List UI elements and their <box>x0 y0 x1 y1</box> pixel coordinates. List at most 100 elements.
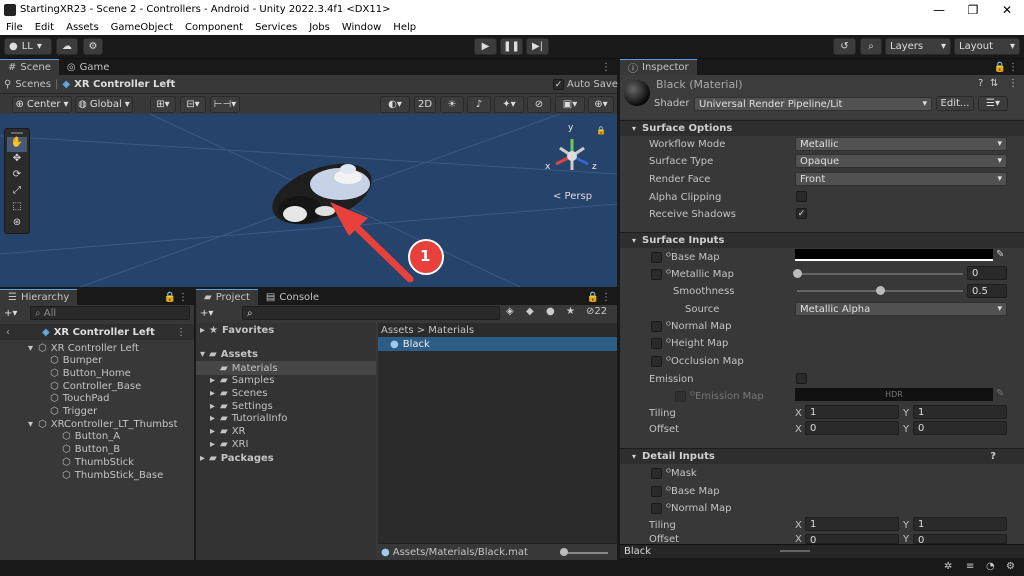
detail-base-map-slot[interactable] <box>651 486 662 497</box>
perspective-label[interactable]: < Persp <box>553 191 592 202</box>
back-icon[interactable]: ‹ <box>6 327 10 338</box>
foldout-icon[interactable]: ▸ <box>210 401 216 412</box>
effects-button[interactable]: ✦▾ <box>494 96 524 113</box>
emission-color-hdr[interactable]: HDR <box>795 388 993 401</box>
surface-type-dropdown[interactable]: Opaque <box>795 154 1007 168</box>
help-icon[interactable]: ? <box>978 78 983 89</box>
detail-inputs-header[interactable]: ▾ Detail Inputs? <box>620 448 1024 464</box>
foldout-icon[interactable]: ▸ <box>210 426 216 437</box>
tab-hierarchy[interactable]: ☰ Hierarchy <box>0 289 78 305</box>
hierarchy-root[interactable]: ‹ ◆ XR Controller Left ⋮ <box>0 324 194 340</box>
preview-resize-handle[interactable] <box>780 550 810 552</box>
camera-button[interactable]: ▣▾ <box>555 96 585 113</box>
progress-icon[interactable]: ◔ <box>986 561 995 572</box>
lock-icon[interactable]: 🔒 <box>164 292 176 303</box>
shader-dropdown[interactable]: Universal Render Pipeline/Lit <box>694 97 932 111</box>
bug-icon[interactable]: ✲ <box>944 561 952 572</box>
minimize-button[interactable]: — <box>922 3 956 17</box>
preset-icon[interactable]: ⇅ <box>990 78 998 89</box>
metallic-slider-thumb[interactable] <box>793 269 802 278</box>
menu-component[interactable]: Component <box>179 22 249 33</box>
scale-tool-icon[interactable]: ⤢ <box>5 185 29 201</box>
detail-mask-slot[interactable] <box>651 468 662 479</box>
emission-checkbox[interactable] <box>796 373 807 384</box>
play-button[interactable]: ▶ <box>474 38 497 55</box>
alpha-clipping-checkbox[interactable] <box>796 191 807 202</box>
packages-folder[interactable]: ▸ ▰ Packages <box>200 451 274 465</box>
detail-tiling-y-field[interactable]: 1 <box>913 517 1007 531</box>
space-dropdown[interactable]: ◍ Global ▾ <box>75 96 133 113</box>
grid-snap-button[interactable]: ⊞▾ <box>150 96 176 113</box>
tab-scene[interactable]: # Scene <box>0 59 59 75</box>
menu-services[interactable]: Services <box>249 22 303 33</box>
breadcrumb-scenes[interactable]: Scenes <box>15 79 51 90</box>
detail-tiling-x-field[interactable]: 1 <box>805 517 899 531</box>
hidden-packages-button[interactable]: ⊘22 <box>586 306 607 317</box>
toggle-2d-button[interactable]: 2D <box>414 96 436 113</box>
tab-inspector[interactable]: ⓘ Inspector <box>620 59 697 75</box>
close-button[interactable]: ✕ <box>990 3 1024 17</box>
menu-assets[interactable]: Assets <box>60 22 105 33</box>
menu-gameobject[interactable]: GameObject <box>105 22 179 33</box>
workflow-dropdown[interactable]: Metallic <box>795 137 1007 151</box>
eyedropper-icon[interactable]: ✎ <box>996 388 1004 399</box>
visibility-button[interactable]: ⊘ <box>527 96 551 113</box>
base-color-swatch[interactable] <box>795 249 993 261</box>
step-button[interactable]: ▶| <box>526 38 549 55</box>
account-dropdown[interactable]: ● LL ▾ <box>4 38 52 55</box>
menu-window[interactable]: Window <box>336 22 387 33</box>
project-breadcrumb[interactable]: Assets > Materials <box>381 323 474 337</box>
smoothness-value-field[interactable]: 0.5 <box>967 284 1007 298</box>
filter-label-icon[interactable]: ◆ <box>526 306 534 317</box>
lock-icon[interactable]: 🔒 <box>596 126 606 135</box>
layout-dropdown[interactable]: Layout ▾ <box>954 38 1020 55</box>
metallic-map-slot[interactable] <box>651 269 662 280</box>
gear-icon[interactable]: ⚙ <box>1006 561 1015 572</box>
assets-folder[interactable]: ▾ ▰ Assets <box>200 347 258 361</box>
favorite-icon[interactable]: ★ <box>566 306 575 317</box>
detail-offset-x-field[interactable]: 0 <box>805 534 899 544</box>
base-map-slot[interactable] <box>651 252 662 263</box>
history-button[interactable]: ↺ <box>833 38 856 55</box>
foldout-icon[interactable]: ▸ <box>210 375 216 386</box>
normal-map-slot[interactable] <box>651 321 662 332</box>
render-face-dropdown[interactable]: Front <box>795 172 1007 186</box>
collab-button[interactable]: ⚙ <box>83 38 103 55</box>
lighting-button[interactable]: ☀ <box>440 96 464 113</box>
help-icon[interactable]: ? <box>990 451 996 462</box>
hand-tool-icon[interactable]: ✋ <box>7 137 27 152</box>
foldout-icon[interactable]: ▸ <box>210 439 216 450</box>
shading-mode-button[interactable]: ◐▾ <box>380 96 410 113</box>
ruler-button[interactable]: ⊢⊣▾ <box>210 96 240 113</box>
tab-game[interactable]: ◎ Game <box>59 59 118 75</box>
pivot-dropdown[interactable]: ⊕ Center ▾ <box>12 96 72 113</box>
more-menu-icon[interactable]: ⋮ <box>176 327 186 338</box>
menu-jobs[interactable]: Jobs <box>303 22 336 33</box>
search-button[interactable]: ⌕ <box>860 38 882 55</box>
detail-offset-y-field[interactable]: 0 <box>913 534 1007 544</box>
more-menu-icon[interactable]: ⋮ <box>601 292 611 303</box>
more-menu-icon[interactable]: ⋮ <box>1008 78 1018 89</box>
icon-size-slider-thumb[interactable] <box>560 548 568 556</box>
tiling-x-field[interactable]: 1 <box>805 405 899 419</box>
eyedropper-icon[interactable]: ✎ <box>996 249 1004 260</box>
metallic-slider[interactable] <box>797 273 963 275</box>
height-map-slot[interactable] <box>651 338 662 349</box>
receive-shadows-checkbox[interactable]: ✓ <box>796 208 807 219</box>
project-search-input[interactable]: ⌕ <box>242 306 500 320</box>
transform-tool-icon[interactable]: ⊛ <box>5 217 29 233</box>
hierarchy-item[interactable]: ⬡ ThumbStick_Base <box>62 468 163 482</box>
emission-map-slot[interactable] <box>675 391 686 402</box>
project-create-button[interactable]: +▾ <box>200 306 213 320</box>
move-tool-icon[interactable]: ✥ <box>5 153 29 169</box>
surface-inputs-header[interactable]: ▾ Surface Inputs <box>620 232 1024 248</box>
gizmos-button[interactable]: ⊕▾ <box>588 96 614 113</box>
pause-button[interactable]: ❚❚ <box>500 38 523 55</box>
tiling-y-field[interactable]: 1 <box>913 405 1007 419</box>
layers-dropdown[interactable]: Layers ▾ <box>885 38 951 55</box>
favorites-item[interactable]: ▸ ★ Favorites <box>200 323 274 337</box>
metallic-value-field[interactable]: 0 <box>967 266 1007 280</box>
snap-increment-button[interactable]: ⊟▾ <box>180 96 206 113</box>
foldout-icon[interactable]: ▸ <box>210 413 216 424</box>
more-menu-icon[interactable]: ⋮ <box>1008 62 1018 73</box>
